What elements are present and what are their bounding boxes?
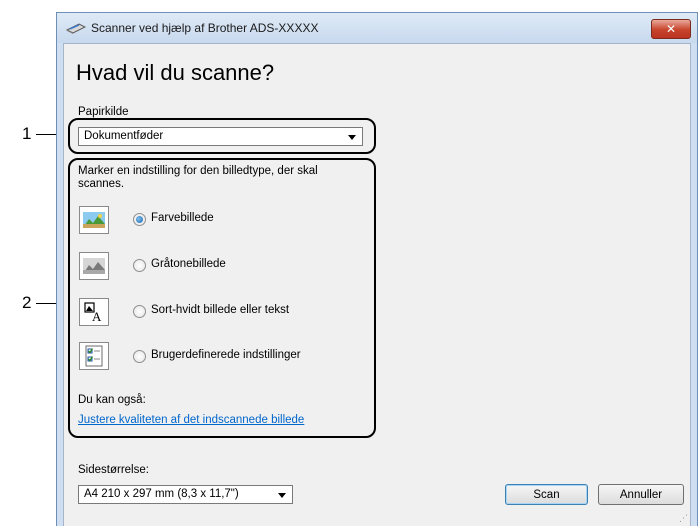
scan-button[interactable]: Scan: [505, 484, 588, 505]
page-size-value: A4 210 x 297 mm (8,3 x 11,7"): [84, 488, 239, 500]
callout-box-2: [68, 158, 376, 438]
callout-number-1: 1: [22, 124, 32, 143]
page-title: Hvad vil du scanne?: [76, 60, 275, 85]
page-size-select[interactable]: A4 210 x 297 mm (8,3 x 11,7"): [78, 485, 293, 504]
callout-number-2: 2: [22, 293, 32, 312]
resize-grip-icon[interactable]: ⋰: [679, 513, 688, 524]
callout-box-1: [68, 118, 376, 154]
scanner-icon: [66, 23, 86, 34]
dialog-body: Hvad vil du scanne? Papirkilde Dokumentf…: [63, 43, 691, 526]
page-size-label: Sidestørrelse:: [78, 464, 149, 476]
title-bar: Scanner ved hjælp af Brother ADS-XXXXX ✕: [57, 13, 697, 43]
chevron-down-icon: [278, 493, 286, 498]
scanner-dialog: Scanner ved hjælp af Brother ADS-XXXXX ✕…: [56, 12, 698, 526]
paper-source-label: Papirkilde: [78, 106, 129, 118]
cancel-button[interactable]: Annuller: [598, 484, 684, 505]
window-title: Scanner ved hjælp af Brother ADS-XXXXX: [91, 21, 319, 35]
close-button[interactable]: ✕: [651, 19, 691, 39]
